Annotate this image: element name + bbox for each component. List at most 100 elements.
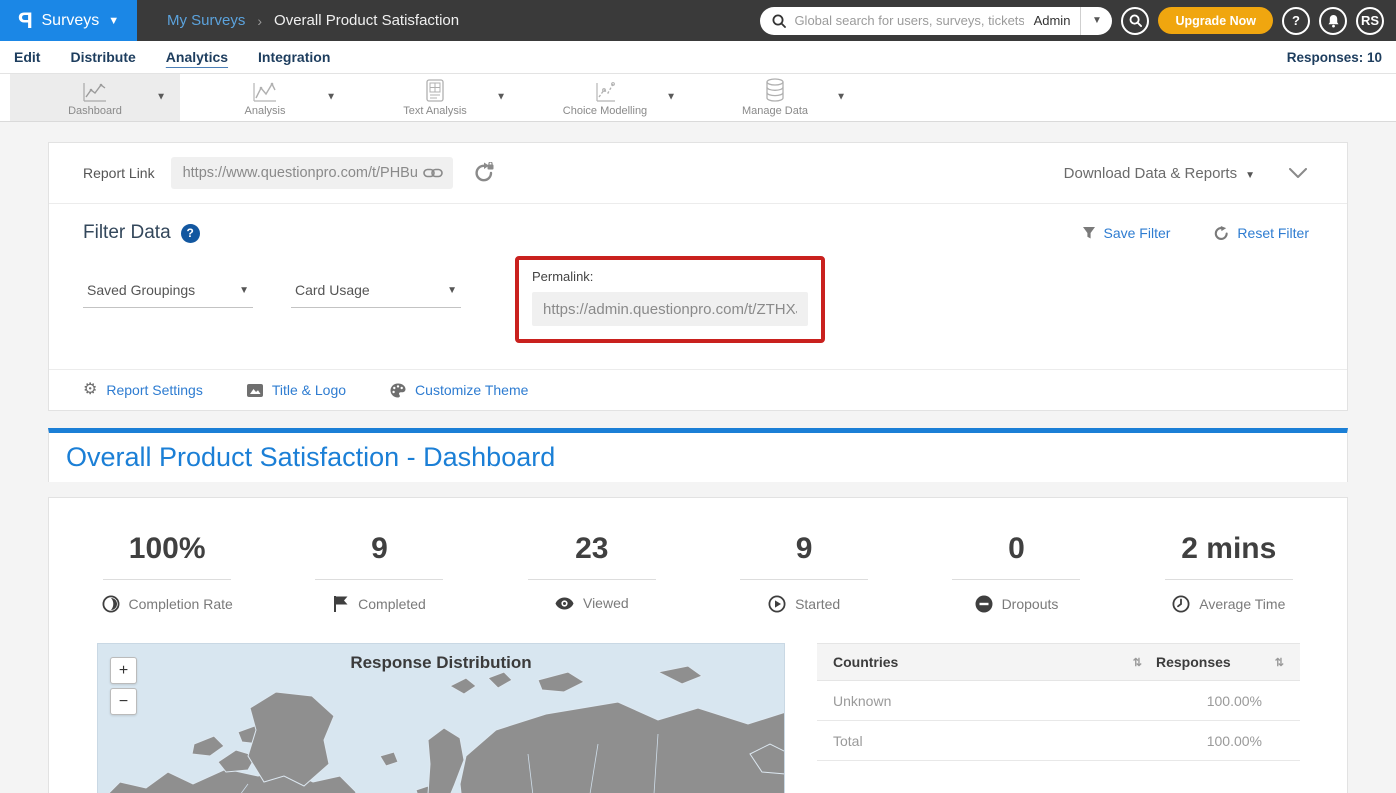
reset-filter-button[interactable]: Reset Filter: [1214, 225, 1309, 241]
minus-circle-icon: [975, 595, 993, 613]
completion-rate-icon: [102, 595, 120, 613]
chevron-down-icon: ▼: [239, 285, 249, 296]
collapse-card-chevron-icon[interactable]: [1289, 168, 1307, 179]
map-title: Response Distribution: [98, 653, 784, 673]
gear-icon: ⚙: [83, 382, 97, 398]
report-link-row: Report Link Download Data & Reports▼: [49, 143, 1347, 204]
report-link-box: [171, 157, 453, 189]
response-distribution-map[interactable]: Response Distribution + −: [97, 643, 785, 793]
tab-label: Manage Data: [742, 105, 808, 117]
responses-count: Responses: 10: [1287, 50, 1382, 65]
notifications-button[interactable]: [1319, 7, 1347, 35]
surveys-menu[interactable]: P Surveys ▼: [0, 0, 137, 41]
column-countries: Countries: [833, 654, 898, 670]
permalink-highlight-box: Permalink:: [515, 256, 825, 343]
dashboard-chart-icon: [82, 79, 108, 103]
tab-label: Dashboard: [68, 105, 122, 117]
tab-analysis[interactable]: Analysis ▼: [180, 74, 350, 121]
stat-value: 9: [796, 532, 813, 566]
link-icon[interactable]: [423, 167, 443, 179]
stat-label: Completion Rate: [129, 596, 233, 612]
search-button[interactable]: [1121, 7, 1149, 35]
text-analysis-icon: [424, 79, 446, 103]
stat-value: 100%: [129, 532, 206, 566]
title-logo-link[interactable]: Title & Logo: [247, 382, 346, 398]
tab-label: Choice Modelling: [563, 105, 647, 117]
chevron-down-icon[interactable]: ▼: [836, 91, 846, 102]
report-settings-link[interactable]: ⚙ Report Settings: [83, 382, 203, 398]
stat-average-time: 2 mins Average Time: [1123, 532, 1335, 613]
sort-icon[interactable]: ⇅: [1133, 656, 1142, 669]
chevron-down-icon[interactable]: ▼: [496, 91, 506, 102]
customize-theme-link[interactable]: Customize Theme: [390, 382, 528, 398]
stat-value: 9: [371, 532, 388, 566]
nav-item-integration[interactable]: Integration: [258, 45, 330, 69]
module-nav: Edit Distribute Analytics Integration Re…: [0, 41, 1396, 74]
responses-cell: 100.00%: [1156, 733, 1284, 749]
play-circle-icon: [768, 595, 786, 613]
user-avatar[interactable]: RS: [1356, 7, 1384, 35]
permalink-label: Permalink:: [532, 269, 808, 284]
table-header: Countries ⇅ Responses ⇅: [817, 643, 1300, 681]
stat-label: Viewed: [583, 595, 629, 611]
reset-icon: [1214, 226, 1229, 241]
search-scope-dropdown[interactable]: ▼: [1080, 7, 1112, 35]
responses-cell: 100.00%: [1156, 693, 1284, 709]
secure-link-icon[interactable]: [473, 162, 495, 184]
breadcrumb-separator-icon: ›: [257, 13, 262, 29]
chevron-down-icon: ▼: [1245, 170, 1255, 181]
dashboard-card: 100% Completion Rate 9 Completed: [48, 497, 1348, 793]
country-cell: Total: [833, 733, 1156, 749]
clock-icon: [1172, 595, 1190, 613]
table-row: Unknown 100.00%: [817, 681, 1300, 721]
dashboard-title-block: Overall Product Satisfaction - Dashboard: [48, 428, 1348, 482]
topbar-actions: Admin ▼ Upgrade Now ? RS: [760, 7, 1396, 35]
countries-table: Countries ⇅ Responses ⇅ Unknown 100.00%: [817, 643, 1300, 793]
stat-value: 2 mins: [1181, 532, 1276, 566]
help-button[interactable]: ?: [1282, 7, 1310, 35]
map-zoom-out-button[interactable]: −: [110, 688, 137, 715]
stat-label: Started: [795, 596, 840, 612]
tab-dashboard[interactable]: Dashboard ▼: [10, 74, 180, 121]
map-zoom-in-button[interactable]: +: [110, 657, 137, 684]
breadcrumb: My Surveys › Overall Product Satisfactio…: [167, 12, 459, 29]
flag-icon: [333, 595, 349, 612]
stat-value: 23: [575, 532, 608, 566]
sort-icon[interactable]: ⇅: [1275, 656, 1284, 669]
analysis-chart-icon: [252, 79, 278, 103]
eye-icon: [555, 597, 574, 610]
chevron-down-icon[interactable]: ▼: [666, 91, 676, 102]
download-data-reports-menu[interactable]: Download Data & Reports▼: [1064, 165, 1255, 182]
help-icon[interactable]: ?: [181, 224, 200, 243]
breadcrumb-my-surveys[interactable]: My Surveys: [167, 12, 245, 29]
global-search-input[interactable]: [794, 13, 1023, 28]
stat-completion-rate: 100% Completion Rate: [61, 532, 273, 613]
tab-text-analysis[interactable]: Text Analysis ▼: [350, 74, 520, 121]
permalink-input[interactable]: [532, 292, 808, 326]
tab-choice-modelling[interactable]: Choice Modelling ▼: [520, 74, 690, 121]
nav-item-analytics[interactable]: Analytics: [166, 45, 228, 69]
questionpro-logo-icon: P: [18, 10, 33, 32]
analytics-tab-strip: Dashboard ▼ Analysis ▼ Text Analysis ▼ C…: [0, 74, 1396, 122]
product-menu-label: Surveys: [42, 12, 100, 30]
card-usage-dropdown[interactable]: Card Usage ▼: [291, 282, 461, 308]
stats-row: 100% Completion Rate 9 Completed: [49, 498, 1347, 613]
chevron-down-icon[interactable]: ▼: [326, 91, 336, 102]
top-bar: P Surveys ▼ My Surveys › Overall Product…: [0, 0, 1396, 41]
chevron-down-icon[interactable]: ▼: [156, 91, 166, 102]
nav-item-edit[interactable]: Edit: [14, 45, 40, 69]
save-filter-button[interactable]: Save Filter: [1082, 225, 1171, 241]
palette-icon: [390, 383, 406, 398]
manage-data-icon: [764, 79, 786, 103]
tab-label: Analysis: [245, 105, 286, 117]
bell-icon: [1327, 14, 1340, 28]
tab-manage-data[interactable]: Manage Data ▼: [690, 74, 860, 121]
upgrade-now-button[interactable]: Upgrade Now: [1158, 7, 1273, 34]
report-link-input[interactable]: [183, 165, 421, 181]
breadcrumb-current: Overall Product Satisfaction: [274, 12, 459, 29]
report-link-label: Report Link: [83, 165, 155, 181]
table-row: Total 100.00%: [817, 721, 1300, 761]
saved-groupings-dropdown[interactable]: Saved Groupings ▼: [83, 282, 253, 308]
stat-label: Completed: [358, 596, 426, 612]
nav-item-distribute[interactable]: Distribute: [70, 45, 135, 69]
